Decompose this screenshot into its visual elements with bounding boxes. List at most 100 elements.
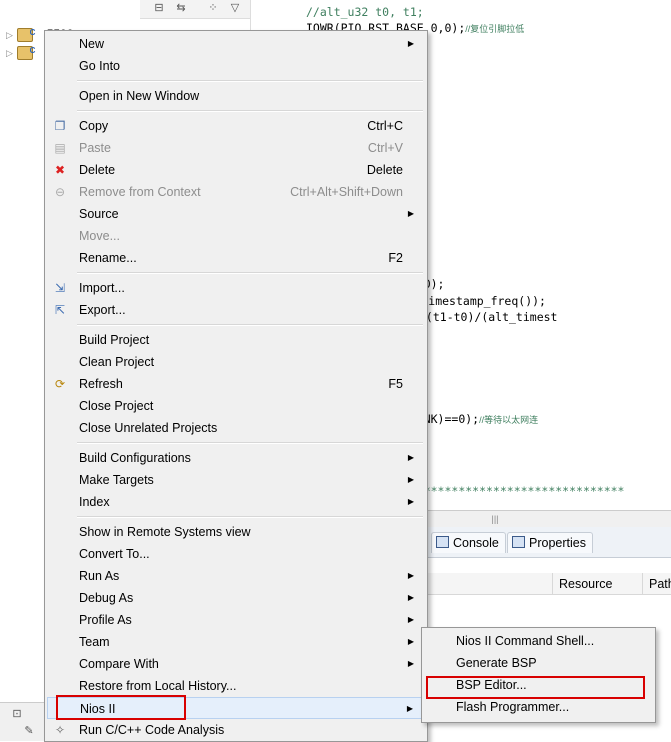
submenu-arrow-icon: ▶ bbox=[407, 637, 414, 646]
menu-item-export[interactable]: ⇱ Export... bbox=[47, 299, 423, 321]
menu-item-run-c-c-code-analysis[interactable]: ✧ Run C/C++ Code Analysis bbox=[47, 719, 423, 741]
menu-item-close-project[interactable]: Close Project bbox=[47, 395, 423, 417]
code-comment: //等待以太网连 bbox=[479, 415, 539, 425]
menu-item-go-into[interactable]: Go Into bbox=[47, 55, 423, 77]
menu-separator bbox=[77, 80, 423, 82]
menu-item-label: Go Into bbox=[79, 59, 120, 73]
c-project-icon bbox=[17, 43, 35, 60]
refresh-icon: ⟳ bbox=[54, 377, 66, 391]
menu-item-paste[interactable]: ▤ Paste Ctrl+V bbox=[47, 137, 423, 159]
scroll-thumb-icon[interactable]: ||| bbox=[485, 514, 505, 524]
code-line[interactable]: //alt_u32 t0, t1; bbox=[306, 5, 424, 19]
menu-item-remove-from-context[interactable]: ⊖ Remove from Context Ctrl+Alt+Shift+Down bbox=[47, 181, 423, 203]
menu-item-shortcut: Delete bbox=[366, 163, 403, 177]
submenu-item-label: Nios II Command Shell... bbox=[456, 634, 595, 648]
submenu-item-flash-programmer[interactable]: Flash Programmer... bbox=[424, 696, 651, 718]
code-comment: //复位引脚拉低 bbox=[465, 24, 525, 34]
menu-item-label: Index bbox=[79, 495, 110, 509]
menu-item-label: Delete bbox=[79, 163, 116, 177]
collapse-all-icon[interactable]: ⊟ bbox=[152, 2, 166, 15]
menu-item-move[interactable]: Move... bbox=[47, 225, 423, 247]
menu-item-debug-as[interactable]: Debug As ▶ bbox=[47, 587, 423, 609]
menu-item-restore-from-local-history[interactable]: Restore from Local History... bbox=[47, 675, 423, 697]
menu-item-new[interactable]: New ▶ bbox=[47, 33, 423, 55]
submenu-item-nios-ii-command-shell[interactable]: Nios II Command Shell... bbox=[424, 630, 651, 652]
menu-item-close-unrelated-projects[interactable]: Close Unrelated Projects bbox=[47, 417, 423, 439]
submenu-arrow-icon: ▶ bbox=[407, 209, 414, 218]
menu-item-shortcut: F5 bbox=[388, 377, 403, 391]
menu-item-label: Run C/C++ Code Analysis bbox=[79, 723, 225, 737]
tab-console[interactable]: Console bbox=[431, 532, 506, 553]
menu-item-label: Remove from Context bbox=[79, 185, 201, 199]
submenu-item-generate-bsp[interactable]: Generate BSP bbox=[424, 652, 651, 674]
submenu-arrow-icon: ▶ bbox=[407, 453, 414, 462]
code-text: //alt_u32 t0, t1; bbox=[306, 5, 424, 19]
expand-arrow-icon[interactable]: ▷ bbox=[6, 45, 14, 61]
menu-item-label: Restore from Local History... bbox=[79, 679, 237, 693]
menu-item-build-project[interactable]: Build Project bbox=[47, 329, 423, 351]
tab-console-label: Console bbox=[453, 536, 499, 550]
menu-item-label: Rename... bbox=[79, 251, 137, 265]
menu-item-run-as[interactable]: Run As ▶ bbox=[47, 565, 423, 587]
menu-item-build-configurations[interactable]: Build Configurations ▶ bbox=[47, 447, 423, 469]
view-filter-icon[interactable]: ⁘ bbox=[206, 2, 220, 15]
menu-item-clean-project[interactable]: Clean Project bbox=[47, 351, 423, 373]
submenu-item-label: Generate BSP bbox=[456, 656, 537, 670]
tab-properties[interactable]: Properties bbox=[507, 532, 593, 553]
menu-item-label: Open in New Window bbox=[79, 89, 200, 103]
menu-item-refresh[interactable]: ⟳ Refresh F5 bbox=[47, 373, 423, 395]
menu-item-index[interactable]: Index ▶ bbox=[47, 491, 423, 513]
explorer-toolbar: ⊟ ⇆ ⁘ ▽ bbox=[140, 0, 250, 19]
new-item-icon[interactable]: ⊡ bbox=[10, 708, 24, 721]
menu-item-copy[interactable]: ❐ Copy Ctrl+C bbox=[47, 115, 423, 137]
tree-row-selected[interactable]: ▷ bbox=[6, 43, 35, 61]
menu-item-label: Source bbox=[79, 207, 119, 221]
copy-icon: ❐ bbox=[54, 119, 66, 133]
column-resource[interactable]: Resource bbox=[553, 573, 643, 595]
column-blank bbox=[425, 573, 553, 595]
submenu-arrow-icon: ▶ bbox=[406, 704, 413, 713]
properties-icon bbox=[512, 536, 525, 548]
context-menu: New ▶ Go Into Open in New Window ❐ Copy Ctrl+C… bbox=[44, 30, 428, 742]
wizard-icon[interactable]: ✎ bbox=[22, 725, 36, 738]
menu-item-label: Debug As bbox=[79, 591, 134, 605]
menu-item-open-in-new-window[interactable]: Open in New Window bbox=[47, 85, 423, 107]
column-path[interactable]: Path bbox=[643, 573, 671, 595]
menu-item-import[interactable]: ⇲ Import... bbox=[47, 277, 423, 299]
menu-item-compare-with[interactable]: Compare With ▶ bbox=[47, 653, 423, 675]
menu-item-team[interactable]: Team ▶ bbox=[47, 631, 423, 653]
menu-item-label: Build Project bbox=[79, 333, 150, 347]
views-tab-bar: Console Properties bbox=[425, 527, 671, 558]
menu-item-label: Run As bbox=[79, 569, 120, 583]
menu-item-show-in-remote-systems-view[interactable]: Show in Remote Systems view bbox=[47, 521, 423, 543]
paste-icon: ▤ bbox=[54, 141, 66, 155]
menu-separator bbox=[77, 272, 423, 274]
console-icon bbox=[436, 536, 449, 548]
menu-item-convert-to[interactable]: Convert To... bbox=[47, 543, 423, 565]
tab-properties-label: Properties bbox=[529, 536, 586, 550]
submenu-arrow-icon: ▶ bbox=[407, 497, 414, 506]
view-menu-icon[interactable]: ▽ bbox=[228, 2, 242, 15]
submenu-arrow-icon: ▶ bbox=[407, 571, 414, 580]
menu-separator bbox=[77, 324, 423, 326]
menu-item-label: Clean Project bbox=[79, 355, 155, 369]
import-icon: ⇲ bbox=[54, 281, 66, 295]
nios-ii-submenu: Nios II Command Shell... Generate BSP BSP … bbox=[421, 627, 656, 723]
submenu-arrow-icon: ▶ bbox=[407, 615, 414, 624]
menu-item-label: Import... bbox=[79, 281, 125, 295]
menu-item-source[interactable]: Source ▶ bbox=[47, 203, 423, 225]
horizontal-scrollbar[interactable]: ||| bbox=[425, 510, 671, 527]
menu-item-delete[interactable]: ✖ Delete Delete bbox=[47, 159, 423, 181]
menu-item-label: Compare With bbox=[79, 657, 159, 671]
submenu-arrow-icon: ▶ bbox=[407, 39, 414, 48]
menu-separator bbox=[77, 442, 423, 444]
expand-arrow-icon[interactable]: ▷ bbox=[6, 27, 14, 43]
menu-item-make-targets[interactable]: Make Targets ▶ bbox=[47, 469, 423, 491]
menu-item-label: Export... bbox=[79, 303, 126, 317]
menu-item-profile-as[interactable]: Profile As ▶ bbox=[47, 609, 423, 631]
menu-separator bbox=[77, 516, 423, 518]
menu-item-rename[interactable]: Rename... F2 bbox=[47, 247, 423, 269]
link-editor-icon[interactable]: ⇆ bbox=[174, 2, 188, 15]
menu-item-label: Refresh bbox=[79, 377, 123, 391]
menu-item-shortcut: Ctrl+C bbox=[367, 119, 403, 133]
